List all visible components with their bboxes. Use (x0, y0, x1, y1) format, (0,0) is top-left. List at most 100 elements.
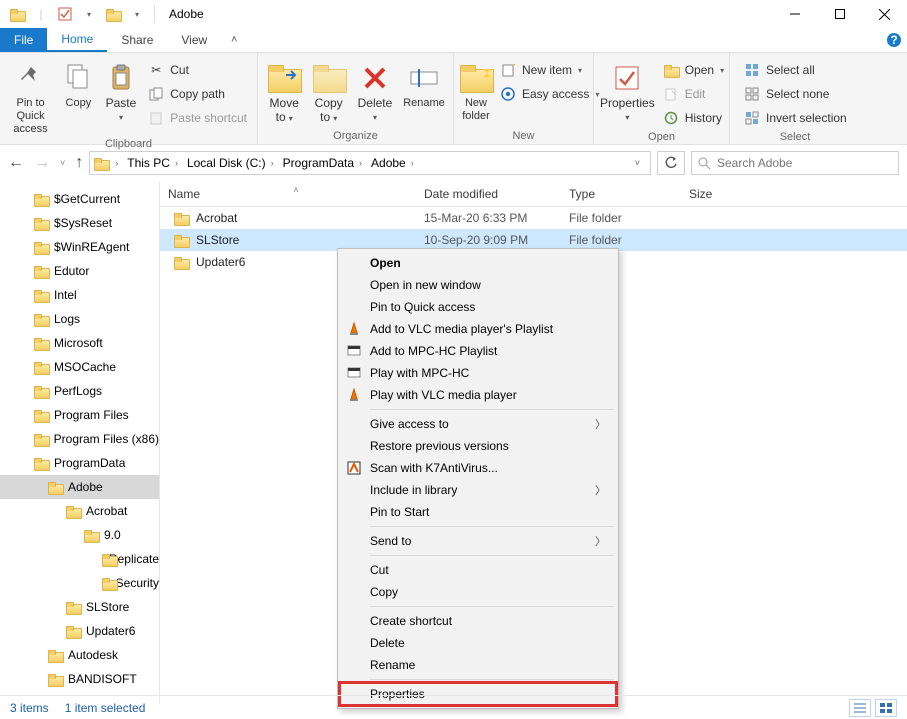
context-item[interactable]: Send to〉 (340, 530, 616, 552)
open-button[interactable]: Open ▾ (659, 59, 728, 81)
select-none-button[interactable]: Select none (740, 83, 851, 105)
invert-selection-button[interactable]: Invert selection (740, 107, 851, 129)
tree-item[interactable]: BANDISOFT (0, 667, 159, 691)
folder-icon (102, 554, 103, 565)
tab-home[interactable]: Home (47, 28, 107, 52)
tree-item[interactable]: Adobe (0, 475, 159, 499)
tree-item[interactable]: ProgramData (0, 451, 159, 475)
nav-back-button[interactable]: ← (8, 154, 24, 172)
delete-button[interactable]: Delete▾ (353, 57, 397, 124)
select-all-button[interactable]: Select all (740, 59, 851, 81)
crumb-programdata[interactable]: ProgramData› (281, 156, 367, 170)
context-item[interactable]: Copy (340, 581, 616, 603)
move-to-button[interactable]: Move to ▾ (264, 57, 304, 125)
table-row[interactable]: Acrobat15-Mar-20 6:33 PMFile folder (160, 207, 907, 229)
col-type[interactable]: Type (561, 187, 681, 201)
edit-button[interactable]: Edit (659, 83, 728, 105)
context-item[interactable]: Include in library〉 (340, 479, 616, 501)
tree-item[interactable]: Autodesk (0, 643, 159, 667)
tree-item[interactable]: Security (0, 571, 159, 595)
crumb-this-pc[interactable]: This PC› (125, 156, 183, 170)
tree-item[interactable]: $SysReset (0, 211, 159, 235)
tree-item[interactable]: Replicate (0, 547, 159, 571)
tree-item[interactable]: Edutor (0, 259, 159, 283)
context-item[interactable]: Add to VLC media player's Playlist (340, 318, 616, 340)
tree-item[interactable]: PerfLogs (0, 379, 159, 403)
close-button[interactable] (862, 0, 907, 28)
new-folder-button[interactable]: New folder (460, 57, 492, 123)
tree-item[interactable]: Program Files (x86) (0, 427, 159, 451)
tree-item[interactable]: 9.0 (0, 523, 159, 547)
help-icon[interactable]: ? (881, 28, 907, 52)
folder-icon (34, 386, 48, 397)
nav-up-button[interactable]: ↑ (75, 154, 83, 172)
search-input[interactable] (717, 156, 892, 170)
tree-item[interactable]: Program Files (0, 403, 159, 427)
maximize-button[interactable] (817, 0, 862, 28)
tree-item[interactable]: Acrobat (0, 499, 159, 523)
context-item[interactable]: Open in new window (340, 274, 616, 296)
k7-icon (346, 460, 362, 476)
view-large-button[interactable] (875, 699, 897, 717)
search-box[interactable] (691, 151, 899, 175)
copy-button[interactable]: Copy (59, 57, 98, 110)
col-name[interactable]: Name˄ (160, 187, 416, 201)
tree-item[interactable]: $WinREAgent (0, 235, 159, 259)
address-dropdown[interactable]: ˅ (629, 158, 646, 168)
qat-folder-icon[interactable] (6, 3, 28, 25)
col-date[interactable]: Date modified (416, 187, 561, 201)
cut-button[interactable]: ✂Cut (144, 59, 251, 81)
qat-properties-icon[interactable] (54, 3, 76, 25)
context-item[interactable]: Create shortcut (340, 610, 616, 632)
context-item[interactable]: Cut (340, 559, 616, 581)
tree-item[interactable]: SLStore (0, 595, 159, 619)
context-item[interactable]: Scan with K7AntiVirus... (340, 457, 616, 479)
paste-shortcut-button[interactable]: Paste shortcut (144, 107, 251, 129)
context-item[interactable]: Restore previous versions (340, 435, 616, 457)
tab-share[interactable]: Share (107, 28, 167, 52)
context-item[interactable]: Delete (340, 632, 616, 654)
tree-item[interactable]: $GetCurrent (0, 187, 159, 211)
tree-item[interactable]: Intel (0, 283, 159, 307)
qat-customize-dropdown[interactable]: ▾ (126, 3, 148, 25)
qat-folder2-icon[interactable] (102, 3, 124, 25)
copy-path-button[interactable]: Copy path (144, 83, 251, 105)
tree-item[interactable]: MSOCache (0, 355, 159, 379)
properties-button[interactable]: Properties▾ (600, 57, 655, 124)
file-name: Updater6 (196, 255, 245, 269)
rename-button[interactable]: Rename (401, 57, 447, 110)
context-item[interactable]: Add to MPC-HC Playlist (340, 340, 616, 362)
col-size[interactable]: Size (681, 187, 761, 201)
nav-forward-button[interactable]: → (34, 154, 50, 172)
crumb-local-disk[interactable]: Local Disk (C:)› (185, 156, 279, 170)
tree-item[interactable]: Microsoft (0, 331, 159, 355)
context-item[interactable]: Open (340, 252, 616, 274)
minimize-button[interactable] (772, 0, 817, 28)
view-details-button[interactable] (849, 699, 871, 717)
tab-file[interactable]: File (0, 28, 47, 52)
navigation-tree[interactable]: $GetCurrent$SysReset$WinREAgentEdutorInt… (0, 181, 160, 703)
tree-item[interactable]: Logs (0, 307, 159, 331)
paste-button[interactable]: Paste▾ (102, 57, 141, 124)
history-button[interactable]: History (659, 107, 728, 129)
easy-access-button[interactable]: Easy access ▾ (496, 83, 603, 105)
refresh-button[interactable] (657, 151, 685, 175)
tree-item-label: BANDISOFT (68, 672, 137, 686)
tab-view[interactable]: View (167, 28, 221, 52)
qat-dropdown[interactable]: ▾ (78, 3, 100, 25)
pin-to-quick-access-button[interactable]: Pin to Quick access (6, 57, 55, 136)
context-item[interactable]: Rename (340, 654, 616, 676)
new-item-button[interactable]: ✦New item ▾ (496, 59, 603, 81)
context-item[interactable]: Play with VLC media player (340, 384, 616, 406)
context-item[interactable]: Pin to Start (340, 501, 616, 523)
context-item[interactable]: Pin to Quick access (340, 296, 616, 318)
context-item[interactable]: Give access to〉 (340, 413, 616, 435)
nav-recent-dropdown[interactable]: ˅ (60, 158, 65, 168)
tree-item[interactable]: Updater6 (0, 619, 159, 643)
context-item-label: Add to VLC media player's Playlist (370, 322, 553, 336)
crumb-adobe[interactable]: Adobe› (369, 156, 419, 170)
copy-to-button[interactable]: Copy to ▾ (308, 57, 348, 125)
context-item[interactable]: Play with MPC-HC (340, 362, 616, 384)
address-bar[interactable]: › This PC› Local Disk (C:)› ProgramData›… (89, 151, 651, 175)
ribbon-collapse-icon[interactable]: ˄ (221, 28, 247, 52)
